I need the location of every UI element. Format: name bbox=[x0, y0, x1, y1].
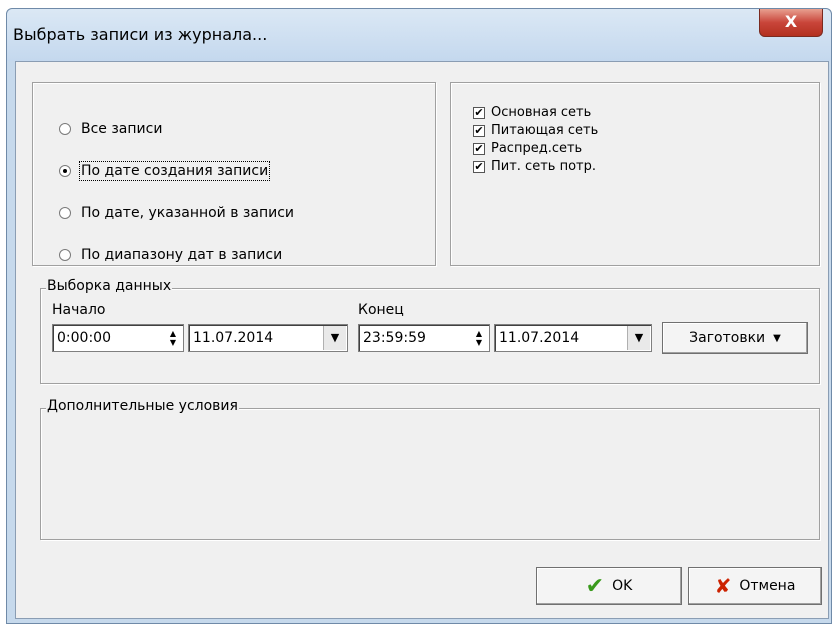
extra-conditions-group-label: Дополнительные условия bbox=[46, 398, 239, 414]
checkbox-consumer-supply-network[interactable]: ✔ Пит. сеть потр. bbox=[473, 159, 596, 174]
radio-all-records-indicator[interactable] bbox=[59, 123, 71, 135]
end-time-value: 23:59:59 bbox=[363, 330, 426, 346]
start-time-input[interactable]: 0:00:00 ▲ ▼ bbox=[52, 324, 184, 352]
chevron-down-icon[interactable]: ▼ bbox=[323, 326, 346, 350]
start-time-value: 0:00:00 bbox=[57, 330, 111, 346]
end-date-select[interactable]: 11.07.2014 ▼ bbox=[494, 324, 652, 352]
check-icon[interactable]: ✔ bbox=[473, 142, 485, 155]
check-icon[interactable]: ✔ bbox=[473, 160, 485, 173]
radio-by-creation-date[interactable]: По дате создания записи bbox=[59, 161, 271, 181]
radio-all-records-label: Все записи bbox=[81, 121, 163, 137]
start-time-spinner[interactable]: ▲ ▼ bbox=[163, 325, 183, 351]
end-time-input[interactable]: 23:59:59 ▲ ▼ bbox=[358, 324, 490, 352]
cancel-button-label: Отмена bbox=[739, 578, 796, 594]
cancel-button[interactable]: ✘ Отмена bbox=[688, 567, 822, 605]
dialog-title: Выбрать записи из журнала... bbox=[13, 25, 268, 44]
radio-by-record-date-indicator[interactable] bbox=[59, 207, 71, 219]
presets-button-label: Заготовки bbox=[689, 330, 766, 346]
data-selection-group-label: Выборка данных bbox=[46, 278, 173, 294]
checkmark-icon: ✔ bbox=[585, 573, 605, 599]
end-label: Конец bbox=[358, 302, 404, 318]
spin-up-icon[interactable]: ▲ bbox=[476, 329, 482, 338]
networks-panel: ✔ Основная сеть ✔ Питающая сеть ✔ Распре… bbox=[450, 82, 820, 266]
ok-button-label: OK bbox=[612, 578, 633, 594]
radio-all-records[interactable]: Все записи bbox=[59, 121, 162, 137]
spin-down-icon[interactable]: ▼ bbox=[170, 338, 176, 347]
dialog-window: Выбрать записи из журнала... X Все запис… bbox=[6, 8, 832, 624]
radio-by-date-range-label: По диапазону дат в записи bbox=[81, 247, 283, 263]
extra-conditions-group bbox=[40, 408, 820, 540]
close-button[interactable]: X bbox=[759, 9, 823, 37]
radio-by-record-date[interactable]: По дате, указанной в записи bbox=[59, 205, 294, 221]
ok-button[interactable]: ✔ OK bbox=[536, 567, 682, 605]
checkbox-consumer-supply-network-label: Пит. сеть потр. bbox=[491, 159, 596, 174]
radio-by-creation-date-indicator[interactable] bbox=[59, 165, 71, 177]
chevron-down-icon[interactable]: ▼ bbox=[627, 326, 650, 350]
record-filter-panel: Все записи По дате создания записи По да… bbox=[32, 82, 436, 266]
radio-by-record-date-label: По дате, указанной в записи bbox=[81, 205, 295, 221]
end-time-spinner[interactable]: ▲ ▼ bbox=[469, 325, 489, 351]
title-bar: Выбрать записи из журнала... X bbox=[7, 9, 831, 61]
spin-up-icon[interactable]: ▲ bbox=[170, 329, 176, 338]
end-date-value: 11.07.2014 bbox=[499, 330, 580, 346]
close-icon: X bbox=[784, 12, 798, 31]
check-icon[interactable]: ✔ bbox=[473, 106, 485, 119]
checkbox-distribution-network[interactable]: ✔ Распред.сеть bbox=[473, 141, 582, 156]
start-date-value: 11.07.2014 bbox=[193, 330, 274, 346]
start-date-select[interactable]: 11.07.2014 ▼ bbox=[188, 324, 348, 352]
spin-down-icon[interactable]: ▼ bbox=[476, 338, 482, 347]
dropdown-arrow-icon: ▼ bbox=[773, 332, 781, 344]
cross-icon: ✘ bbox=[714, 574, 732, 598]
check-icon[interactable]: ✔ bbox=[473, 124, 485, 137]
presets-button[interactable]: Заготовки ▼ bbox=[662, 322, 808, 354]
radio-by-date-range-indicator[interactable] bbox=[59, 249, 71, 261]
checkbox-distribution-network-label: Распред.сеть bbox=[491, 141, 583, 156]
radio-by-creation-date-label: По дате создания записи bbox=[78, 161, 271, 181]
start-label: Начало bbox=[52, 302, 106, 318]
checkbox-supply-network-label: Питающая сеть bbox=[491, 123, 599, 138]
checkbox-main-network[interactable]: ✔ Основная сеть bbox=[473, 105, 591, 120]
checkbox-main-network-label: Основная сеть bbox=[491, 105, 592, 120]
checkbox-supply-network[interactable]: ✔ Питающая сеть bbox=[473, 123, 598, 138]
radio-by-date-range[interactable]: По диапазону дат в записи bbox=[59, 247, 282, 263]
dialog-client-area: Все записи По дате создания записи По да… bbox=[15, 61, 829, 619]
